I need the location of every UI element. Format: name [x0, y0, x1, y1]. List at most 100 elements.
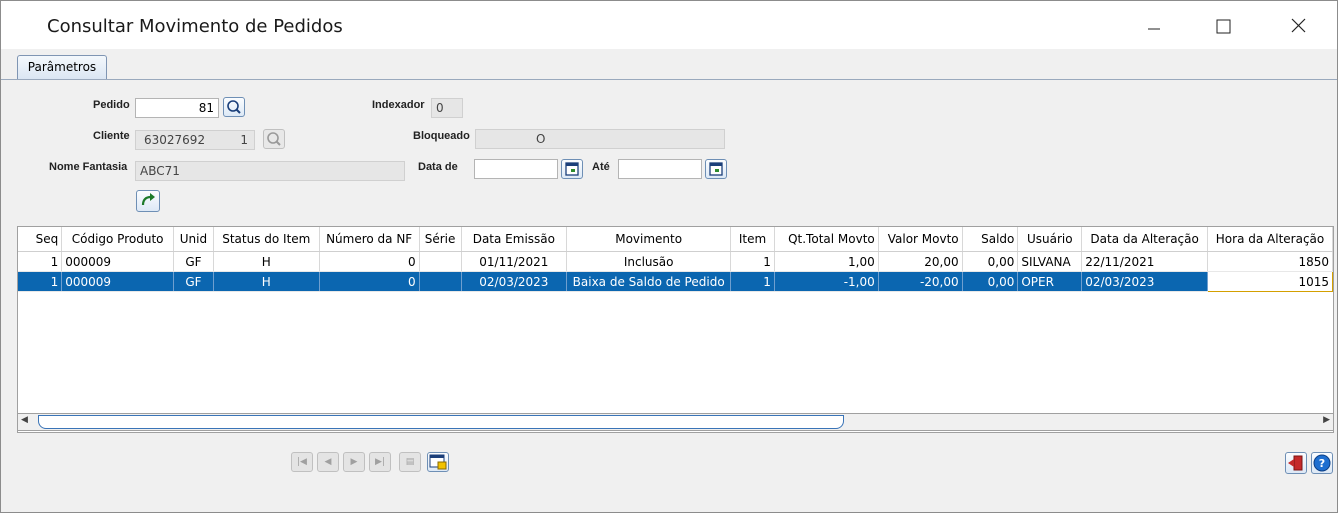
grid-header-row: Seq Código Produto Unid Status do Item Númer… — [18, 227, 1333, 252]
title-bar: Consultar Movimento de Pedidos — [1, 1, 1337, 49]
column-header-valor-movto[interactable]: Valor Movto — [878, 227, 963, 252]
cell-data-emissao[interactable]: 02/03/2023 — [461, 271, 568, 292]
next-record-button[interactable]: ▶ — [343, 452, 365, 472]
scroll-left-icon[interactable]: ◀ — [21, 415, 28, 425]
column-header-data-emissao[interactable]: Data Emissão — [461, 227, 568, 252]
app-window: Consultar Movimento de Pedidos Parâmetro… — [0, 0, 1338, 513]
movements-table: Seq Código Produto Unid Status do Item Númer… — [18, 227, 1333, 292]
scroll-right-icon[interactable]: ▶ — [1323, 415, 1330, 425]
column-header-unid[interactable]: Unid — [173, 227, 214, 252]
cell-serie[interactable] — [419, 271, 462, 292]
column-header-numero-nf[interactable]: Número da NF — [319, 227, 420, 252]
window-title: Consultar Movimento de Pedidos — [47, 16, 343, 37]
cell-valor-movto[interactable]: -20,00 — [878, 271, 963, 292]
grid-horizontal-scrollbar[interactable]: ◀ ▶ — [17, 413, 1334, 431]
close-icon — [1291, 18, 1306, 33]
previous-record-icon: ◀ — [324, 457, 332, 467]
indexador-field: 0 — [431, 98, 463, 118]
column-header-saldo[interactable]: Saldo — [962, 227, 1019, 252]
movements-grid[interactable]: Seq Código Produto Unid Status do Item Númer… — [17, 226, 1334, 433]
ate-input[interactable] — [618, 159, 702, 179]
cell-qt-total-movto[interactable]: 1,00 — [774, 251, 879, 272]
cell-saldo[interactable]: 0,00 — [962, 251, 1019, 272]
cell-numero-nf[interactable]: 0 — [319, 271, 420, 292]
cliente-search-button[interactable] — [263, 129, 285, 149]
nome-fantasia-label: Nome Fantasia — [49, 161, 128, 173]
calendar-icon — [709, 162, 723, 176]
cell-item[interactable]: 1 — [730, 271, 775, 292]
cell-status-item[interactable]: H — [213, 251, 320, 272]
column-header-data-alteracao[interactable]: Data da Alteração — [1081, 227, 1209, 252]
record-detail-button[interactable]: ▤ — [399, 452, 421, 472]
cell-data-emissao[interactable]: 01/11/2021 — [461, 251, 568, 272]
cliente-code-field: 63027692 1 — [135, 130, 255, 150]
column-header-hora-alteracao[interactable]: Hora da Alteração — [1207, 227, 1333, 252]
first-record-button[interactable]: |◀ — [291, 452, 313, 472]
record-detail-icon: ▤ — [405, 457, 415, 467]
cell-saldo[interactable]: 0,00 — [962, 271, 1019, 292]
cliente-label: Cliente — [93, 130, 130, 142]
cell-codigo-produto[interactable]: 000009 — [61, 251, 174, 272]
tab-bar: Parâmetros — [1, 49, 1337, 80]
table-row[interactable]: 1 000009 GF H 0 02/03/2023 Baixa de Saldo de P… — [18, 271, 1333, 292]
table-row[interactable]: 1 000009 GF H 0 01/11/2021 Inclusão 1 1,00 20,00 0… — [18, 251, 1333, 272]
column-header-serie[interactable]: Série — [419, 227, 462, 252]
cell-movimento[interactable]: Inclusão — [566, 251, 732, 272]
execute-query-button[interactable] — [136, 190, 160, 212]
cell-status-item[interactable]: H — [213, 271, 320, 292]
cell-data-alteracao[interactable]: 02/03/2023 — [1081, 271, 1209, 292]
ate-label: Até — [592, 161, 610, 173]
refresh-arrow-icon — [141, 193, 155, 206]
column-header-codigo-produto[interactable]: Código Produto — [61, 227, 174, 252]
tab-parametros[interactable]: Parâmetros — [17, 55, 107, 79]
cell-numero-nf[interactable]: 0 — [319, 251, 420, 272]
pedido-search-button[interactable] — [223, 97, 245, 117]
cell-item[interactable]: 1 — [730, 251, 775, 272]
cell-unid[interactable]: GF — [173, 251, 214, 272]
indexador-label: Indexador — [372, 99, 425, 111]
cell-serie[interactable] — [419, 251, 462, 272]
cell-seq[interactable]: 1 — [18, 251, 63, 272]
cell-codigo-produto[interactable]: 000009 — [61, 271, 174, 292]
column-header-movimento[interactable]: Movimento — [566, 227, 732, 252]
previous-record-button[interactable]: ◀ — [317, 452, 339, 472]
exit-button[interactable] — [1285, 452, 1307, 474]
minimize-button[interactable] — [1131, 9, 1177, 45]
column-header-usuario[interactable]: Usuário — [1017, 227, 1083, 252]
help-icon: ? — [1313, 454, 1331, 472]
column-header-item[interactable]: Item — [730, 227, 775, 252]
column-header-seq[interactable]: Seq — [18, 227, 63, 252]
data-de-input[interactable] — [474, 159, 558, 179]
cell-usuario[interactable]: OPER — [1017, 271, 1083, 292]
last-record-icon: ▶| — [375, 457, 385, 467]
cliente-seq: 1 — [240, 133, 248, 147]
cliente-code: 63027692 — [144, 133, 206, 147]
minimize-icon — [1148, 28, 1160, 30]
cell-movimento[interactable]: Baixa de Saldo de Pedido — [566, 271, 732, 292]
cell-seq[interactable]: 1 — [18, 271, 63, 292]
pedido-input[interactable]: 81 — [135, 98, 219, 118]
cell-hora-alteracao[interactable]: 1850 — [1207, 251, 1333, 272]
nome-fantasia-field: ABC71 — [135, 161, 405, 181]
cell-unid[interactable]: GF — [173, 271, 214, 292]
maximize-button[interactable] — [1199, 9, 1245, 45]
grid-layout-button[interactable] — [427, 452, 449, 472]
close-button[interactable] — [1275, 9, 1321, 45]
cell-valor-movto[interactable]: 20,00 — [878, 251, 963, 272]
ate-calendar-button[interactable] — [705, 159, 727, 179]
help-button[interactable]: ? — [1311, 452, 1333, 474]
cell-hora-alteracao[interactable]: 1015 — [1207, 271, 1333, 292]
cell-data-alteracao[interactable]: 22/11/2021 — [1081, 251, 1209, 272]
calendar-icon — [565, 162, 579, 176]
last-record-button[interactable]: ▶| — [369, 452, 391, 472]
scrollbar-thumb[interactable] — [38, 415, 844, 429]
cell-qt-total-movto[interactable]: -1,00 — [774, 271, 879, 292]
cell-usuario[interactable]: SILVANA — [1017, 251, 1083, 272]
exit-door-icon — [1288, 455, 1303, 471]
bloqueado-label: Bloqueado — [413, 130, 470, 142]
grid-layout-icon — [429, 454, 447, 470]
column-header-status-item[interactable]: Status do Item — [213, 227, 320, 252]
next-record-icon: ▶ — [350, 457, 358, 467]
column-header-qt-total-movto[interactable]: Qt.Total Movto — [774, 227, 879, 252]
data-de-calendar-button[interactable] — [561, 159, 583, 179]
